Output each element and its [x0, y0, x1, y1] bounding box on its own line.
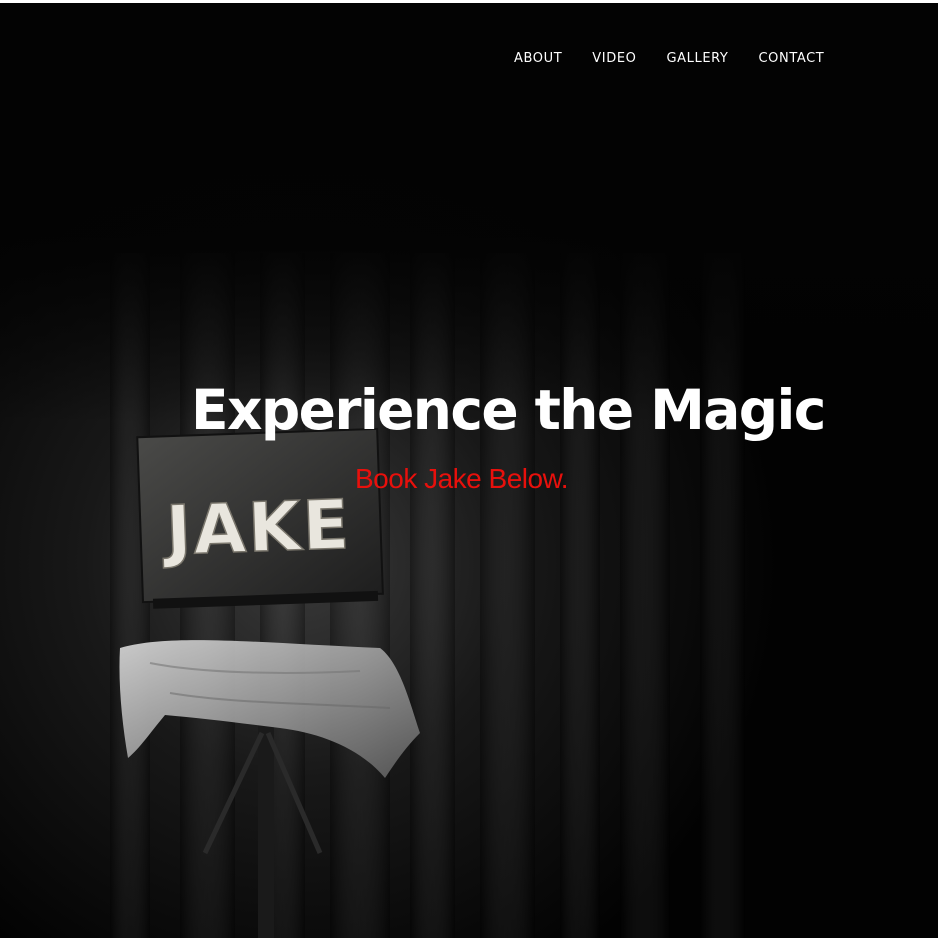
- hero-section: JAKE ABOUT VIDEO GALLERY CONTACT Experie…: [0, 3, 938, 938]
- nav-video-link[interactable]: VIDEO: [592, 51, 636, 66]
- hero-subheadline: Book Jake Below.: [355, 463, 569, 494]
- jake-sign: JAKE: [136, 427, 384, 609]
- nav-gallery-link[interactable]: GALLERY: [666, 51, 728, 66]
- nav-contact-link[interactable]: CONTACT: [758, 51, 824, 66]
- main-nav: ABOUT VIDEO GALLERY CONTACT: [514, 51, 854, 66]
- nav-about-link[interactable]: ABOUT: [514, 51, 562, 66]
- svg-text:JAKE: JAKE: [161, 486, 353, 572]
- hero-headline: Experience the Magic: [191, 378, 826, 442]
